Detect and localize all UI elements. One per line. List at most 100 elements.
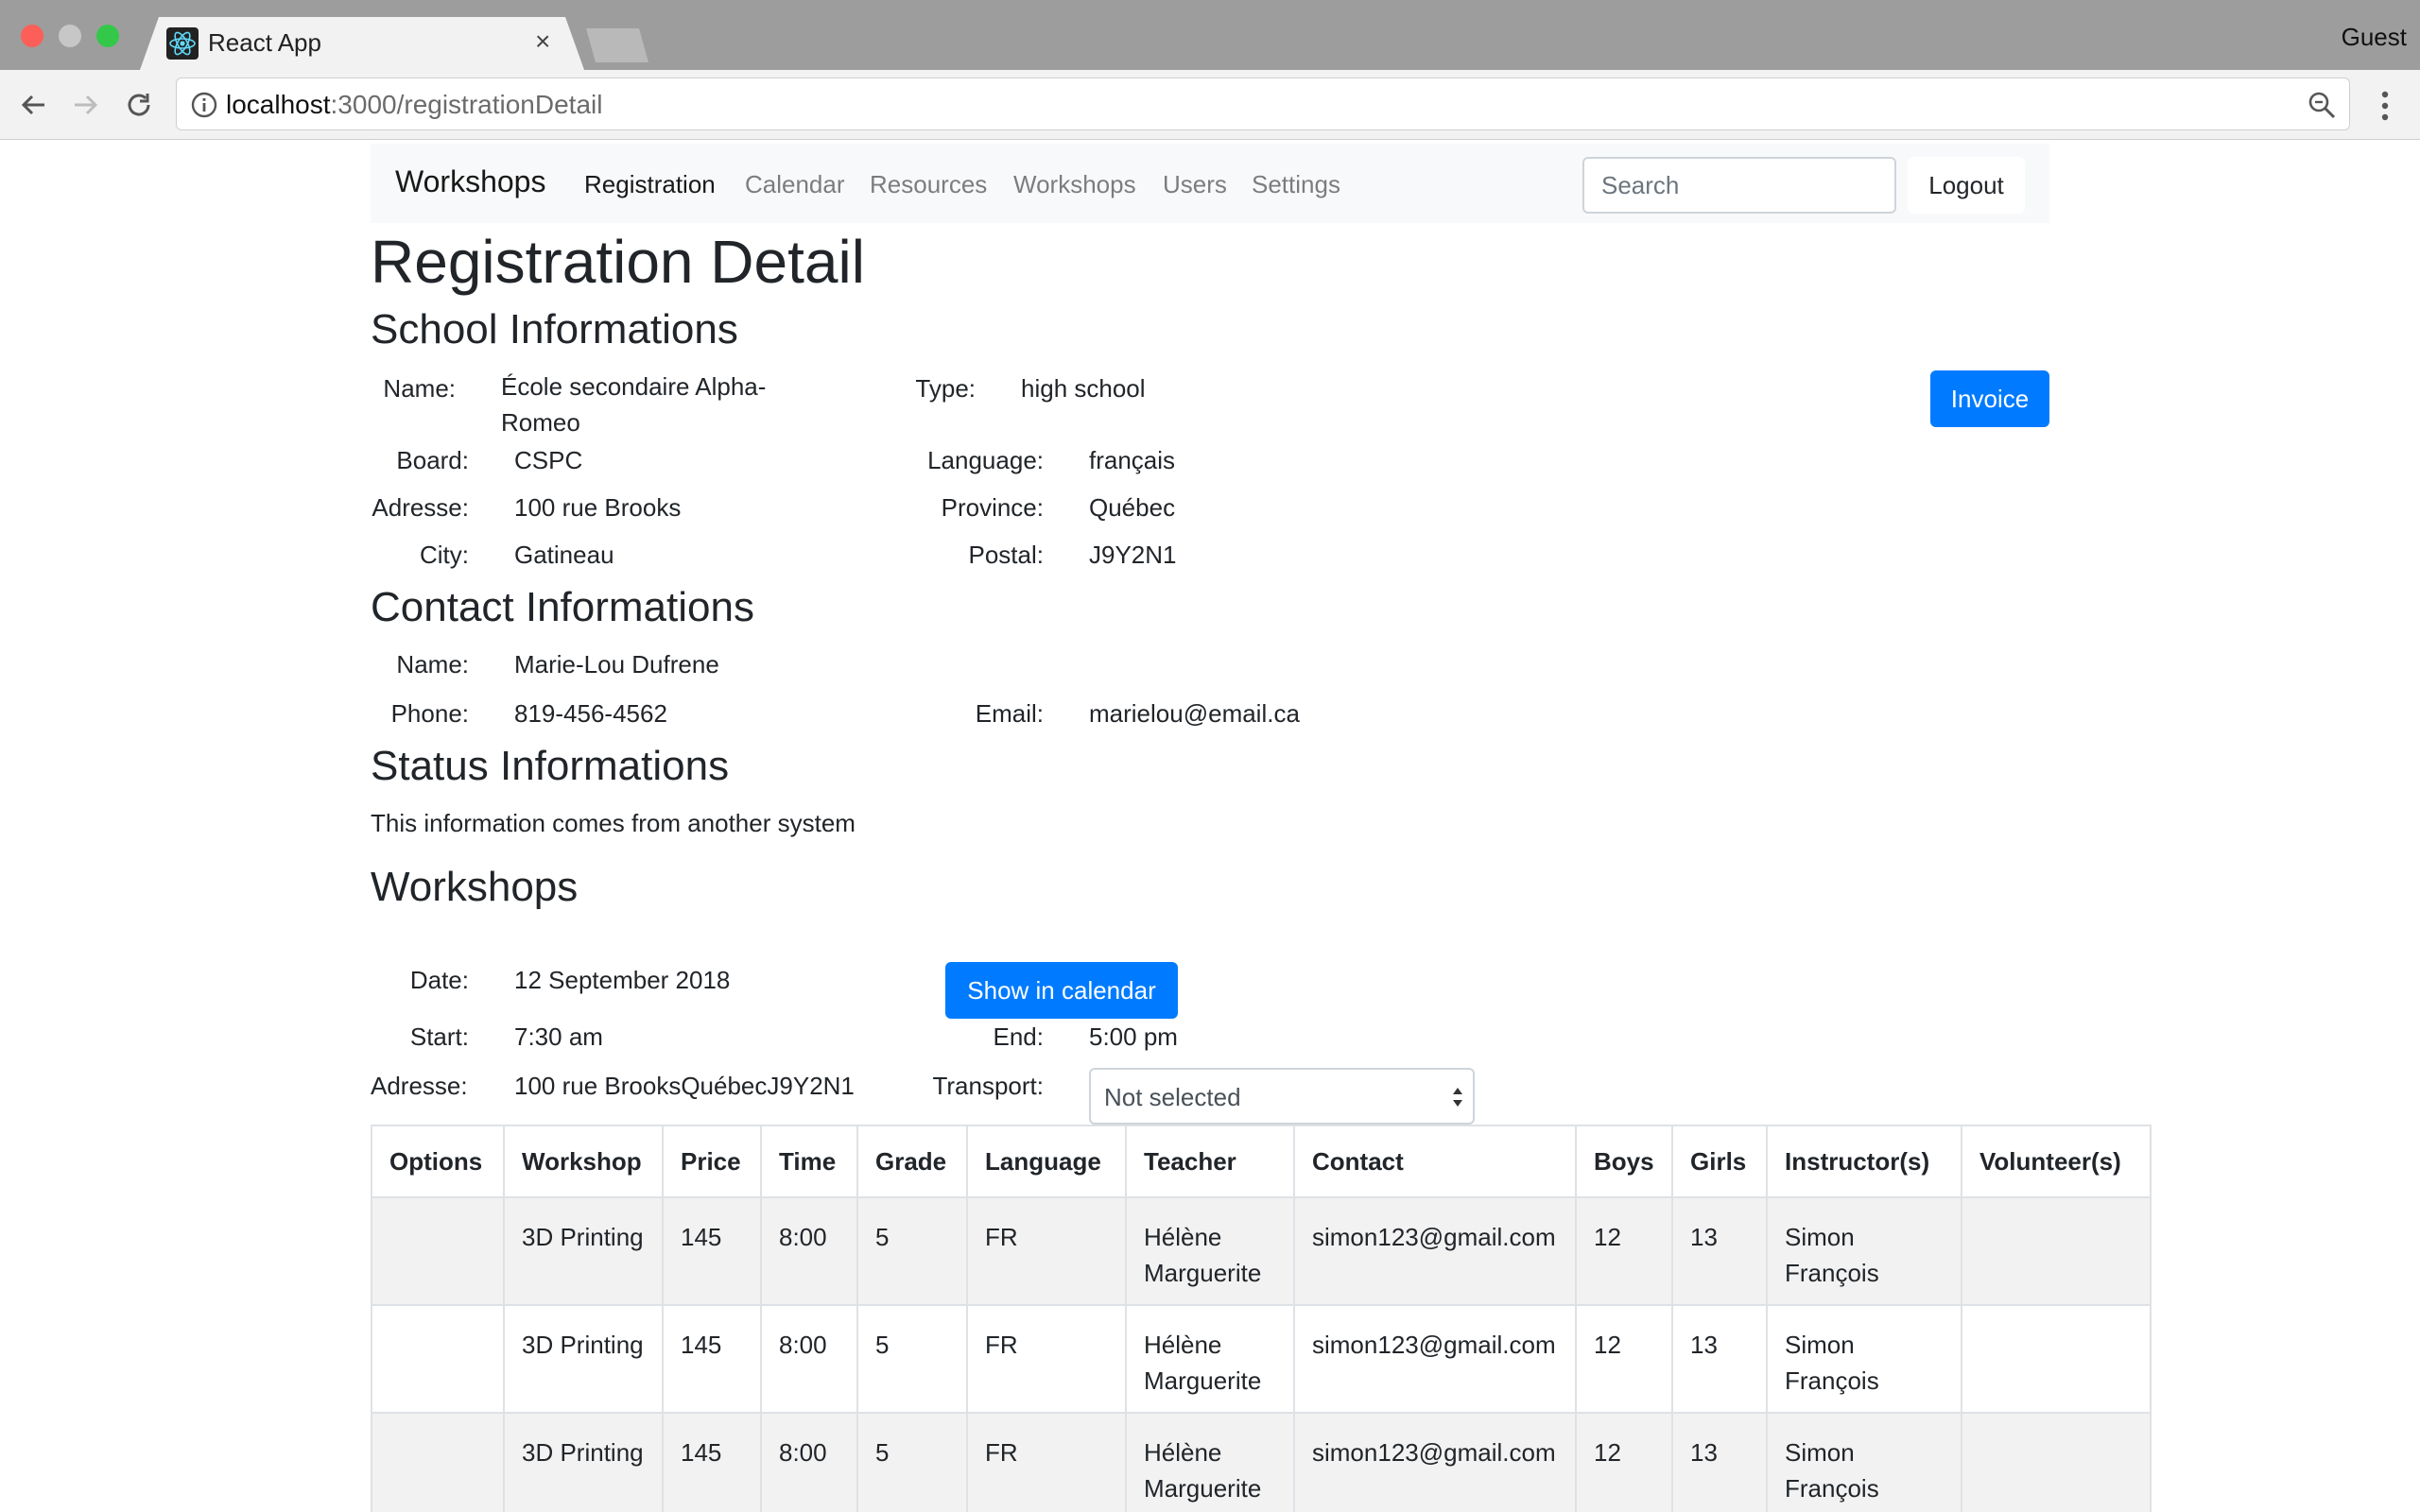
select-arrows-icon xyxy=(1453,1088,1462,1107)
school-board-label: Board: xyxy=(396,446,469,474)
workshop-date-value: 12 September 2018 xyxy=(514,966,731,994)
browser-tab[interactable]: React App × xyxy=(140,17,584,70)
close-tab-icon[interactable]: × xyxy=(535,26,550,57)
cell-contact: simon123@gmail.com xyxy=(1293,1304,1577,1414)
cell-options[interactable] xyxy=(371,1196,505,1306)
school-address-label: Adresse: xyxy=(372,493,469,522)
column-header-contact: Contact xyxy=(1293,1125,1577,1198)
contact-email-label: Email: xyxy=(975,699,1044,728)
maximize-window-button[interactable] xyxy=(96,25,119,47)
cell-girls: 13 xyxy=(1671,1304,1768,1414)
tab-title: React App xyxy=(208,28,321,57)
school-postal-value: J9Y2N1 xyxy=(1089,541,1177,569)
minimize-window-button[interactable] xyxy=(59,25,81,47)
school-info-heading: School Informations xyxy=(371,306,738,352)
back-button[interactable] xyxy=(13,85,53,125)
cell-boys: 12 xyxy=(1575,1304,1673,1414)
nav-link-workshops[interactable]: Workshops xyxy=(1013,170,1136,199)
cell-contact: simon123@gmail.com xyxy=(1293,1196,1577,1306)
cell-teacher: Hélène Marguerite xyxy=(1125,1304,1295,1414)
forward-button[interactable] xyxy=(66,85,106,125)
close-window-button[interactable] xyxy=(21,25,43,47)
new-tab-button[interactable] xyxy=(586,28,648,62)
cell-volunteers xyxy=(1961,1304,2152,1414)
cell-grade: 5 xyxy=(856,1412,968,1512)
column-header-instructors: Instructor(s) xyxy=(1766,1125,1962,1198)
school-board-value: CSPC xyxy=(514,446,583,474)
cell-options[interactable] xyxy=(371,1304,505,1414)
cell-instructors: Simon François xyxy=(1766,1304,1962,1414)
school-city-value: Gatineau xyxy=(514,541,614,569)
nav-link-resources[interactable]: Resources xyxy=(870,170,987,199)
contact-email-value: marielou@email.ca xyxy=(1089,699,1300,728)
cell-language: FR xyxy=(966,1304,1127,1414)
table-row[interactable]: 3D Printing 145 8:00 5 FR Hélène Marguer… xyxy=(371,1412,2152,1512)
address-bar[interactable]: localhost:3000/registrationDetail xyxy=(176,77,2350,130)
workshops-heading: Workshops xyxy=(371,864,579,910)
table-row[interactable]: 3D Printing 145 8:00 5 FR Hélène Marguer… xyxy=(371,1304,2152,1414)
reload-icon xyxy=(128,94,150,116)
column-header-workshop: Workshop xyxy=(503,1125,664,1198)
zoom-icon[interactable] xyxy=(2306,89,2338,121)
school-city-label: City: xyxy=(420,541,469,569)
table-header-row: Options Workshop Price Time Grade Langua… xyxy=(371,1125,2152,1198)
workshop-start-label: Start: xyxy=(409,1022,469,1051)
workshop-address-value: 100 rue BrooksQuébecJ9Y2N1 xyxy=(514,1072,855,1100)
profile-guest-label[interactable]: Guest xyxy=(2342,23,2407,52)
arrow-left-icon xyxy=(21,94,44,115)
workshop-date-label: Date: xyxy=(409,966,469,994)
nav-link-settings[interactable]: Settings xyxy=(1252,170,1340,199)
nav-link-calendar[interactable]: Calendar xyxy=(745,170,845,199)
workshop-address-label: Adresse: xyxy=(371,1072,468,1100)
react-logo-icon xyxy=(166,27,199,60)
workshop-start-value: 7:30 am xyxy=(514,1022,603,1051)
invoice-button[interactable]: Invoice xyxy=(1930,370,2049,427)
navbar-brand[interactable]: Workshops xyxy=(395,164,545,199)
column-header-price: Price xyxy=(662,1125,762,1198)
cell-teacher: Hélène Marguerite xyxy=(1125,1412,1295,1512)
workshop-end-value: 5:00 pm xyxy=(1089,1022,1178,1051)
transport-select-value: Not selected xyxy=(1104,1083,1241,1111)
cell-language: FR xyxy=(966,1412,1127,1512)
table-row[interactable]: 3D Printing 145 8:00 5 FR Hélène Marguer… xyxy=(371,1196,2152,1306)
arrow-right-icon xyxy=(75,94,98,115)
workshops-table: Options Workshop Price Time Grade Langua… xyxy=(371,1125,2152,1512)
browser-tab-bar: React App × Guest xyxy=(0,0,2420,70)
column-header-options: Options xyxy=(371,1125,505,1198)
nav-link-users[interactable]: Users xyxy=(1163,170,1227,199)
school-province-label: Province: xyxy=(941,493,1044,522)
url-text: localhost:3000/registrationDetail xyxy=(226,90,603,119)
column-header-boys: Boys xyxy=(1575,1125,1673,1198)
transport-label: Transport: xyxy=(932,1072,1044,1100)
transport-select[interactable]: Not selected xyxy=(1089,1068,1475,1125)
contact-name-value: Marie-Lou Dufrene xyxy=(514,650,719,679)
workshop-end-label: End: xyxy=(993,1022,1045,1051)
cell-language: FR xyxy=(966,1196,1127,1306)
school-language-value: français xyxy=(1089,446,1176,474)
school-name-value: École secondaire Alpha-Romeo xyxy=(501,372,767,437)
cell-time: 8:00 xyxy=(760,1196,858,1306)
contact-phone-value: 819-456-4562 xyxy=(514,699,667,728)
cell-contact: simon123@gmail.com xyxy=(1293,1412,1577,1512)
school-type-value: high school xyxy=(1021,374,1146,403)
search-input[interactable] xyxy=(1582,157,1896,214)
logout-button[interactable]: Logout xyxy=(1908,157,2025,214)
contact-name-label: Name: xyxy=(396,650,469,679)
status-info-heading: Status Informations xyxy=(371,743,730,789)
cell-price: 145 xyxy=(662,1196,762,1306)
info-icon[interactable] xyxy=(190,91,218,119)
app-navbar: Workshops Registration Calendar Resource… xyxy=(371,144,2049,223)
cell-options[interactable] xyxy=(371,1412,505,1512)
reload-button[interactable] xyxy=(119,85,159,125)
school-address-value: 100 rue Brooks xyxy=(514,493,682,522)
school-province-value: Québec xyxy=(1089,493,1176,522)
cell-workshop: 3D Printing xyxy=(503,1196,664,1306)
browser-menu-button[interactable] xyxy=(2371,87,2399,125)
status-info-text: This information comes from another syst… xyxy=(371,809,856,837)
cell-instructors: Simon François xyxy=(1766,1412,1962,1512)
column-header-language: Language xyxy=(966,1125,1127,1198)
nav-link-registration[interactable]: Registration xyxy=(584,170,716,199)
contact-phone-label: Phone: xyxy=(390,699,469,728)
school-postal-label: Postal: xyxy=(968,541,1045,569)
show-in-calendar-button[interactable]: Show in calendar xyxy=(945,962,1178,1019)
